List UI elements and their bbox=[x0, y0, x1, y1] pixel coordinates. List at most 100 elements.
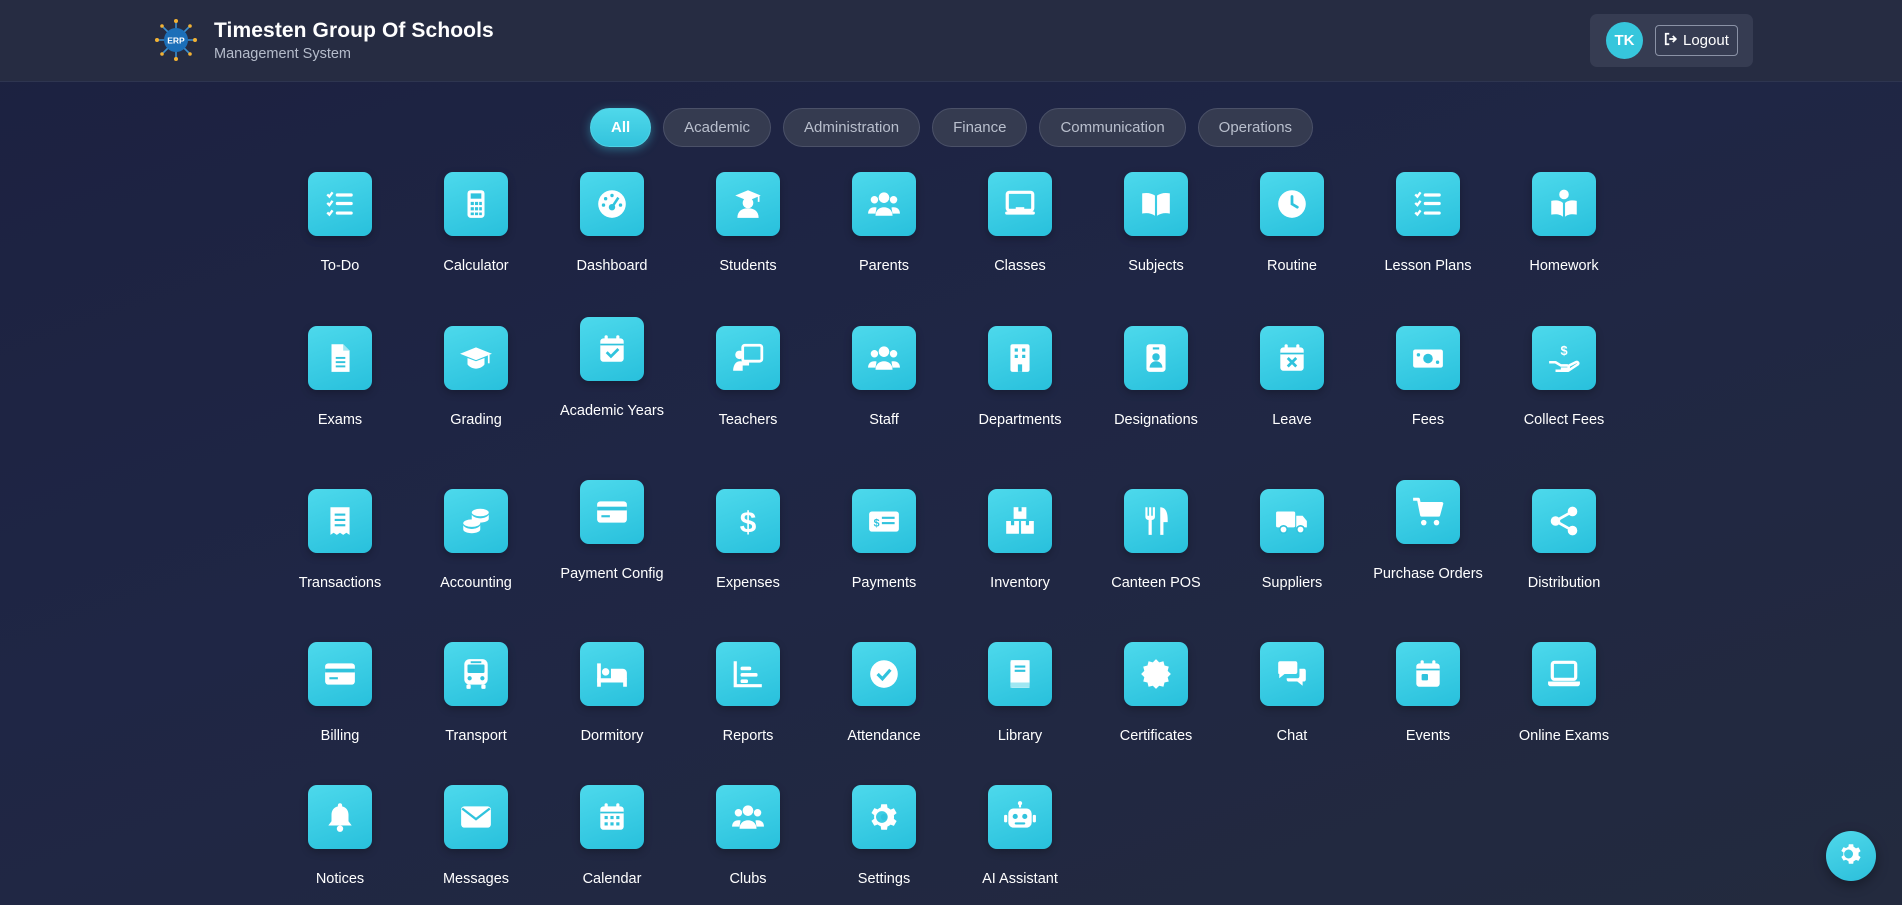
filter-chip-operations[interactable]: Operations bbox=[1197, 108, 1314, 147]
app-tile-classes[interactable]: Classes bbox=[952, 172, 1088, 276]
logout-label: Logout bbox=[1683, 32, 1729, 49]
sign-out-icon bbox=[1664, 32, 1678, 50]
app-tile-calculator[interactable]: Calculator bbox=[408, 172, 544, 276]
app-label: Routine bbox=[1267, 258, 1317, 274]
app-label: Collect Fees bbox=[1523, 412, 1605, 428]
app-tile-grading[interactable]: Grading bbox=[408, 326, 544, 430]
app-label: Accounting bbox=[440, 575, 512, 591]
app-tile-routine[interactable]: Routine bbox=[1224, 172, 1360, 276]
app-tile-exams[interactable]: Exams bbox=[272, 326, 408, 430]
app-label: Payment Config bbox=[560, 566, 664, 582]
app-tile-chat[interactable]: Chat bbox=[1224, 642, 1360, 746]
app-tile-library[interactable]: Library bbox=[952, 642, 1088, 746]
app-tile-settings[interactable]: Settings bbox=[816, 785, 952, 889]
app-tile-departments[interactable]: Departments bbox=[952, 326, 1088, 430]
filter-chip-communication[interactable]: Communication bbox=[1039, 108, 1186, 147]
app-tile-subjects[interactable]: Subjects bbox=[1088, 172, 1224, 276]
robot-icon bbox=[988, 785, 1052, 849]
credit-card-icon bbox=[308, 642, 372, 706]
app-label: Online Exams bbox=[1518, 728, 1610, 744]
coins-icon bbox=[444, 489, 508, 553]
filter-chip-academic[interactable]: Academic bbox=[663, 108, 772, 147]
app-tile-messages[interactable]: Messages bbox=[408, 785, 544, 889]
app-tile-notices[interactable]: Notices bbox=[272, 785, 408, 889]
app-label: Grading bbox=[450, 412, 502, 428]
app-label: Lesson Plans bbox=[1384, 258, 1472, 274]
app-tile-canteen-pos[interactable]: Canteen POS bbox=[1088, 489, 1224, 593]
filter-chip-finance[interactable]: Finance bbox=[932, 108, 1028, 147]
app-label: Calendar bbox=[582, 871, 642, 887]
app-label: Events bbox=[1405, 728, 1451, 744]
app-label: Attendance bbox=[847, 728, 921, 744]
app-tile-purchase-orders[interactable]: Purchase Orders bbox=[1360, 480, 1496, 584]
app-tile-billing[interactable]: Billing bbox=[272, 642, 408, 746]
app-tile-designations[interactable]: Designations bbox=[1088, 326, 1224, 430]
avatar[interactable]: TK bbox=[1606, 22, 1643, 59]
app-tile-lesson-plans[interactable]: Lesson Plans bbox=[1360, 172, 1496, 276]
receipt-icon bbox=[308, 489, 372, 553]
credit-card-icon bbox=[580, 480, 644, 544]
app-tile-staff[interactable]: Staff bbox=[816, 326, 952, 430]
floating-settings-button[interactable] bbox=[1826, 831, 1876, 881]
app-tile-payment-config[interactable]: Payment Config bbox=[544, 480, 680, 584]
app-tile-inventory[interactable]: Inventory bbox=[952, 489, 1088, 593]
app-tile-certificates[interactable]: Certificates bbox=[1088, 642, 1224, 746]
filter-chip-administration[interactable]: Administration bbox=[783, 108, 921, 147]
cart-icon bbox=[1396, 480, 1460, 544]
check-circle-icon bbox=[852, 642, 916, 706]
app-tile-accounting[interactable]: Accounting bbox=[408, 489, 544, 593]
graduate-icon bbox=[716, 172, 780, 236]
app-tile-dashboard[interactable]: Dashboard bbox=[544, 172, 680, 276]
bus-icon bbox=[444, 642, 508, 706]
app-tile-leave[interactable]: Leave bbox=[1224, 326, 1360, 430]
app-label: Parents bbox=[859, 258, 909, 274]
chalkboard-icon bbox=[988, 172, 1052, 236]
app-tile-events[interactable]: Events bbox=[1360, 642, 1496, 746]
app-tile-fees[interactable]: Fees bbox=[1360, 326, 1496, 430]
app-tile-academic-years[interactable]: Academic Years bbox=[544, 317, 680, 421]
app-label: Purchase Orders bbox=[1373, 566, 1483, 582]
bed-icon bbox=[580, 642, 644, 706]
calendar-alt-icon bbox=[580, 785, 644, 849]
comments-icon bbox=[1260, 642, 1324, 706]
app-label: Calculator bbox=[443, 258, 509, 274]
app-tile-suppliers[interactable]: Suppliers bbox=[1224, 489, 1360, 593]
app-tile-ai-assistant[interactable]: AI Assistant bbox=[952, 785, 1088, 889]
certificate-icon bbox=[1124, 642, 1188, 706]
app-tile-teachers[interactable]: Teachers bbox=[680, 326, 816, 430]
app-tile-payments[interactable]: $ Payments bbox=[816, 489, 952, 593]
app-tile-dormitory[interactable]: Dormitory bbox=[544, 642, 680, 746]
svg-text:$: $ bbox=[740, 507, 757, 538]
app-label: To-Do bbox=[320, 258, 360, 274]
app-label: Clubs bbox=[729, 871, 767, 887]
app-label: Classes bbox=[994, 258, 1046, 274]
app-label: Dormitory bbox=[580, 728, 644, 744]
book-open-icon bbox=[1124, 172, 1188, 236]
gear-icon bbox=[852, 785, 916, 849]
app-label: Students bbox=[719, 258, 777, 274]
app-tile-calendar[interactable]: Calendar bbox=[544, 785, 680, 889]
app-tile-homework[interactable]: Homework bbox=[1496, 172, 1632, 276]
app-label: Academic Years bbox=[560, 403, 664, 419]
app-tile-distribution[interactable]: Distribution bbox=[1496, 489, 1632, 593]
app-label: Settings bbox=[857, 871, 911, 887]
app-tile-parents[interactable]: Parents bbox=[816, 172, 952, 276]
filter-chip-all[interactable]: All bbox=[590, 108, 652, 147]
app-tile-to-do[interactable]: To-Do bbox=[272, 172, 408, 276]
app-tile-transport[interactable]: Transport bbox=[408, 642, 544, 746]
boxes-icon bbox=[988, 489, 1052, 553]
app-tile-expenses[interactable]: $ Expenses bbox=[680, 489, 816, 593]
app-tile-reports[interactable]: Reports bbox=[680, 642, 816, 746]
brand[interactable]: ERP Timesten Group Of Schools Management… bbox=[154, 18, 494, 62]
logout-button[interactable]: Logout bbox=[1655, 25, 1738, 56]
app-tile-students[interactable]: Students bbox=[680, 172, 816, 276]
app-tile-online-exams[interactable]: Online Exams bbox=[1496, 642, 1632, 746]
utensils-icon bbox=[1124, 489, 1188, 553]
app-tile-attendance[interactable]: Attendance bbox=[816, 642, 952, 746]
calendar-times-icon bbox=[1260, 326, 1324, 390]
app-tile-transactions[interactable]: Transactions bbox=[272, 489, 408, 593]
app-tile-clubs[interactable]: Clubs bbox=[680, 785, 816, 889]
app-label: Transport bbox=[445, 728, 507, 744]
top-bar: ERP Timesten Group Of Schools Management… bbox=[0, 0, 1902, 82]
app-tile-collect-fees[interactable]: $ Collect Fees bbox=[1496, 326, 1632, 430]
